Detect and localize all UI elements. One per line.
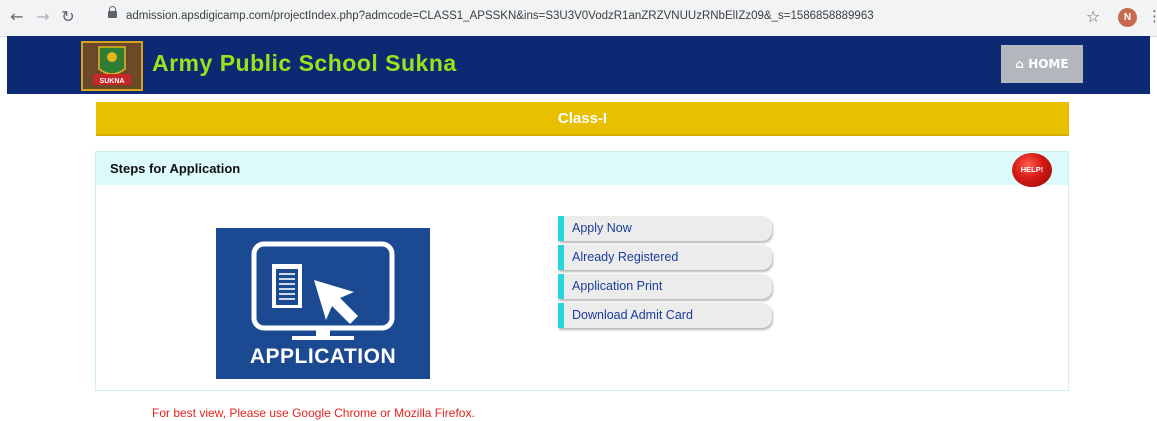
browser-menu-icon[interactable]: ⋮ [1147,7,1157,25]
home-button-label: HOME [1028,57,1069,71]
school-logo: SUKNA [81,41,143,91]
steps-menu: Apply Now Already Registered Application… [558,216,772,332]
browser-toolbar: ← → ↻ admission.apsdigicamp.com/projectI… [0,0,1157,37]
application-image-label: APPLICATION [249,345,397,368]
lock-icon [108,6,117,18]
steps-panel-header: Steps for Application HELP! [96,152,1068,187]
class-bar: Class-I [96,102,1069,136]
reload-icon[interactable]: ↻ [59,8,77,26]
address-bar[interactable]: admission.apsdigicamp.com/projectIndex.p… [98,6,1108,30]
steps-heading: Steps for Application [110,161,241,176]
school-name: Army Public School Sukna [152,50,457,76]
forward-arrow-icon[interactable]: → [34,8,52,26]
school-crest-icon: SUKNA [83,43,141,89]
home-button[interactable]: ⌂ HOME [1001,45,1083,83]
menu-item-label: Apply Now [572,221,632,235]
back-arrow-icon[interactable]: ← [8,8,26,26]
already-registered-button[interactable]: Already Registered [558,245,772,270]
menu-item-label: Download Admit Card [572,308,693,322]
url-text[interactable]: admission.apsdigicamp.com/projectIndex.p… [126,10,874,22]
profile-avatar[interactable]: N [1118,8,1137,27]
help-button[interactable]: HELP! [1012,153,1052,187]
site-header: SUKNA Army Public School Sukna ⌂ HOME [7,36,1150,94]
menu-item-label: Already Registered [572,250,679,264]
apply-now-button[interactable]: Apply Now [558,216,772,241]
application-image: APPLICATION [216,228,430,379]
application-print-button[interactable]: Application Print [558,274,772,299]
home-icon: ⌂ [1015,57,1024,71]
class-title: Class-I [557,110,608,127]
browser-recommendation-note: For best view, Please use Google Chrome … [152,406,475,420]
bookmark-star-icon[interactable]: ☆ [1086,7,1100,26]
logo-text: SUKNA [100,78,125,85]
download-admit-card-button[interactable]: Download Admit Card [558,303,772,328]
steps-panel: Steps for Application HELP! APPLICATION … [95,151,1069,391]
menu-item-label: Application Print [572,279,663,293]
